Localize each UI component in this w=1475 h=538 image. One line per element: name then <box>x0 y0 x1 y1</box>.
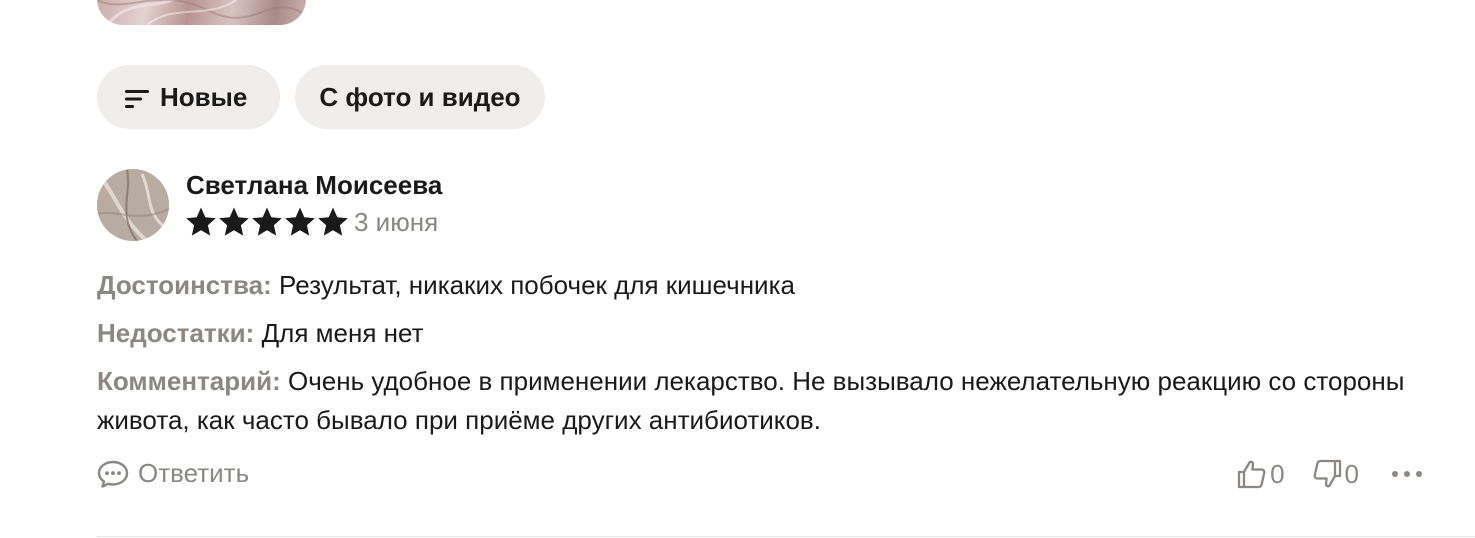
chat-bubble-icon <box>97 460 129 488</box>
filter-with-media-label: С фото и видео <box>319 81 521 112</box>
dislike-count: 0 <box>1344 458 1359 489</box>
cons-label: Недостатки: <box>97 318 255 348</box>
cons-text: Для меня нет <box>261 318 424 348</box>
review-pros: Достоинства: Результат, никаких побочек … <box>97 266 1417 305</box>
review-date: 3 июня <box>354 207 439 237</box>
star-icon <box>252 207 282 236</box>
more-options-button[interactable] <box>1391 469 1423 479</box>
sort-button[interactable]: Новые <box>97 65 280 129</box>
photo-texture <box>97 0 306 25</box>
review-filters: Новые С фото и видео <box>97 65 545 129</box>
review-votes: 0 0 <box>1236 458 1423 490</box>
more-horizontal-icon <box>1392 471 1422 477</box>
author-name[interactable]: Светлана Моисеева <box>186 170 442 201</box>
thumbs-down-icon <box>1313 459 1341 488</box>
review-photo-thumbnail[interactable] <box>97 0 306 25</box>
dislike-button[interactable]: 0 <box>1311 458 1359 490</box>
pros-text: Результат, никаких побочек для кишечника <box>279 270 795 300</box>
like-button[interactable]: 0 <box>1236 458 1285 490</box>
star-icon <box>186 207 216 236</box>
sort-label: Новые <box>160 81 248 112</box>
reply-button[interactable]: Ответить <box>97 458 249 489</box>
star-icon <box>285 207 315 236</box>
comment-label: Комментарий: <box>97 366 281 396</box>
rating-stars <box>185 206 349 238</box>
review-cons: Недостатки: Для меня нет <box>97 314 1417 353</box>
star-icon <box>219 207 249 236</box>
filter-with-media-button[interactable]: С фото и видео <box>295 65 545 129</box>
avatar[interactable] <box>97 169 169 241</box>
like-count: 0 <box>1270 458 1285 489</box>
pros-label: Достоинства: <box>97 270 272 300</box>
review-comment: Комментарий: Очень удобное в применении … <box>97 362 1417 440</box>
thumbs-up-icon <box>1237 460 1266 489</box>
reply-label: Ответить <box>138 458 250 488</box>
star-icon <box>318 207 348 236</box>
comment-text: Очень удобное в применении лекарство. Не… <box>97 366 1405 435</box>
review-divider <box>97 536 1475 537</box>
sort-lines-icon <box>124 86 150 108</box>
